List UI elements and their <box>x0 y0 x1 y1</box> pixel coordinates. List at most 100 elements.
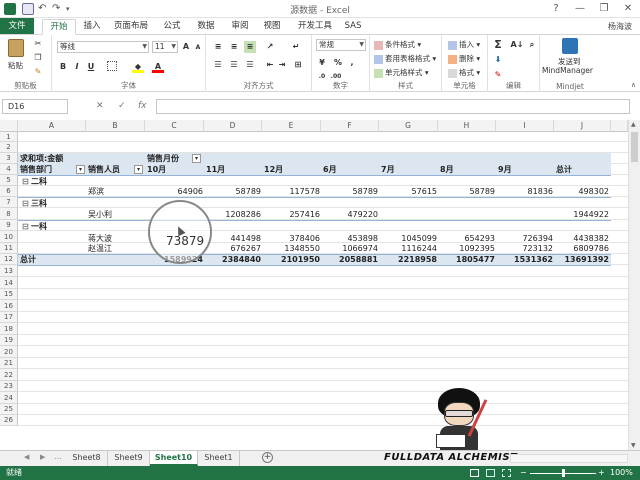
column-header-f[interactable]: F <box>321 120 379 132</box>
value-cell[interactable]: 2058881 <box>322 254 378 265</box>
format-painter-icon[interactable]: ✎ <box>32 66 44 78</box>
group-toggle-icon[interactable]: ⊟ <box>22 198 29 209</box>
row-header[interactable]: 8 <box>0 208 18 220</box>
align-center-icon[interactable]: ☰ <box>228 59 240 71</box>
month-header[interactable]: 10月 <box>147 164 166 175</box>
value-cell[interactable]: 1066974 <box>322 243 378 254</box>
insert-cells-button[interactable]: 插入 ▾ <box>448 39 480 50</box>
column-header-i[interactable]: I <box>496 120 554 132</box>
tab-data[interactable]: 数据 <box>192 19 220 35</box>
row-header[interactable]: 25 <box>0 404 18 415</box>
pivot-row-field-person[interactable]: 销售人员 <box>88 164 120 175</box>
column-header-d[interactable]: D <box>204 120 262 132</box>
row-header[interactable]: 17 <box>0 312 18 323</box>
align-right-icon[interactable]: ☰ <box>244 59 256 71</box>
close-button[interactable]: ✕ <box>620 2 636 15</box>
row-header[interactable]: 18 <box>0 323 18 335</box>
value-cell[interactable]: 117578 <box>264 186 320 197</box>
value-cell[interactable]: 1531362 <box>497 254 553 265</box>
row-header[interactable]: 7 <box>0 197 18 208</box>
sheet-tab[interactable]: Sheet8 <box>66 451 108 466</box>
value-cell[interactable]: 58789 <box>205 186 261 197</box>
person-label[interactable]: 郑滨 <box>88 186 104 197</box>
cancel-formula-icon[interactable]: ✕ <box>96 101 104 111</box>
column-header-g[interactable]: G <box>379 120 438 132</box>
value-cell[interactable]: 58789 <box>439 186 495 197</box>
align-left-icon[interactable]: ☰ <box>212 59 224 71</box>
row-header[interactable]: 3 <box>0 153 18 164</box>
delete-cells-button[interactable]: 删除 ▾ <box>448 53 480 64</box>
value-cell[interactable]: 2384840 <box>205 254 261 265</box>
value-cell[interactable]: 1348550 <box>264 243 320 254</box>
dept-filter-icon[interactable]: ▾ <box>76 165 85 174</box>
merge-center-icon[interactable]: ⊞ <box>292 59 304 71</box>
group-toggle-icon[interactable]: ⊟ <box>22 221 29 232</box>
page-break-view-icon[interactable] <box>502 469 511 477</box>
group-label[interactable]: 三科 <box>31 198 47 209</box>
value-cell[interactable]: 257416 <box>264 209 320 220</box>
find-select-icon[interactable]: ⌕ <box>526 39 538 51</box>
copy-icon[interactable]: ❐ <box>32 52 44 64</box>
number-format-select[interactable]: 常规 ▼ <box>316 39 366 51</box>
paste-icon[interactable] <box>8 39 24 57</box>
name-box[interactable]: D16 <box>2 99 68 114</box>
sort-filter-icon[interactable]: A↓ <box>510 39 524 51</box>
column-header-j[interactable]: J <box>554 120 611 132</box>
sheet-tab-active[interactable]: Sheet10 <box>150 451 198 466</box>
collapse-ribbon-icon[interactable]: ∧ <box>631 81 636 89</box>
value-cell[interactable]: 1944922 <box>553 209 609 220</box>
font-size-select[interactable]: 11 ▼ <box>152 41 178 53</box>
row-header[interactable]: 22 <box>0 369 18 381</box>
select-all-corner[interactable] <box>0 120 18 132</box>
percent-button[interactable]: % <box>332 57 344 69</box>
value-cell[interactable]: 498302 <box>553 186 609 197</box>
tab-developer[interactable]: 开发工具 <box>294 19 336 35</box>
more-sheets-left-icon[interactable]: … <box>54 452 62 461</box>
vertical-scrollbar[interactable]: ▲ ▼ <box>628 120 640 450</box>
row-header[interactable]: 26 <box>0 415 18 426</box>
paste-button[interactable]: 粘贴 <box>8 60 23 71</box>
row-header[interactable]: 12 <box>0 254 18 265</box>
fill-icon[interactable]: ⬇ <box>492 54 504 66</box>
tab-formulas[interactable]: 公式 <box>158 19 186 35</box>
worksheet-grid[interactable]: A B C D E F G H I J 1 2 3 4 5 6 7 8 9 10 11 12 13 14 1… <box>0 120 628 450</box>
help-button[interactable]: ? <box>548 2 564 15</box>
value-cell[interactable]: 1092395 <box>439 243 495 254</box>
month-header[interactable]: 8月 <box>440 164 454 175</box>
orientation-icon[interactable]: ↗ <box>264 41 276 53</box>
formula-input[interactable] <box>156 99 630 114</box>
month-header[interactable]: 11月 <box>206 164 225 175</box>
mindmanager-icon[interactable] <box>562 38 578 54</box>
page-layout-view-icon[interactable] <box>486 469 495 477</box>
row-header[interactable]: 6 <box>0 186 18 197</box>
value-cell[interactable]: 479220 <box>322 209 378 220</box>
value-cell[interactable]: 1116244 <box>381 243 437 254</box>
row-header[interactable]: 24 <box>0 392 18 404</box>
autosum-button[interactable]: Σ <box>492 39 504 51</box>
row-header[interactable]: 1 <box>0 132 18 142</box>
insert-function-icon[interactable]: fx <box>138 101 147 111</box>
row-header[interactable]: 19 <box>0 335 18 346</box>
column-header-k[interactable] <box>611 120 628 132</box>
format-cells-button[interactable]: 格式 ▾ <box>448 67 480 78</box>
value-cell[interactable]: 1805477 <box>439 254 495 265</box>
prev-sheet-icon[interactable]: ◀ <box>24 453 29 461</box>
pivot-column-field[interactable]: 销售月份 <box>147 153 179 164</box>
scroll-thumb[interactable] <box>631 132 638 162</box>
month-header[interactable]: 7月 <box>381 164 395 175</box>
increase-indent-icon[interactable]: ⇥ <box>276 59 288 71</box>
row-header[interactable]: 20 <box>0 346 18 358</box>
grand-total-header[interactable]: 总计 <box>556 164 572 175</box>
column-header-c[interactable]: C <box>145 120 204 132</box>
confirm-formula-icon[interactable]: ✓ <box>118 101 126 111</box>
tab-insert[interactable]: 插入 <box>78 19 106 35</box>
currency-icon[interactable]: ¥ <box>316 57 328 69</box>
underline-button[interactable]: U <box>85 61 97 73</box>
value-cell[interactable]: 723132 <box>497 243 553 254</box>
row-header[interactable]: 16 <box>0 300 18 312</box>
next-sheet-icon[interactable]: ▶ <box>40 453 45 461</box>
tab-file[interactable]: 文件 <box>0 18 34 35</box>
person-filter-icon[interactable]: ▾ <box>134 165 143 174</box>
column-field-filter-icon[interactable]: ▾ <box>192 154 201 163</box>
row-header[interactable]: 11 <box>0 243 18 254</box>
